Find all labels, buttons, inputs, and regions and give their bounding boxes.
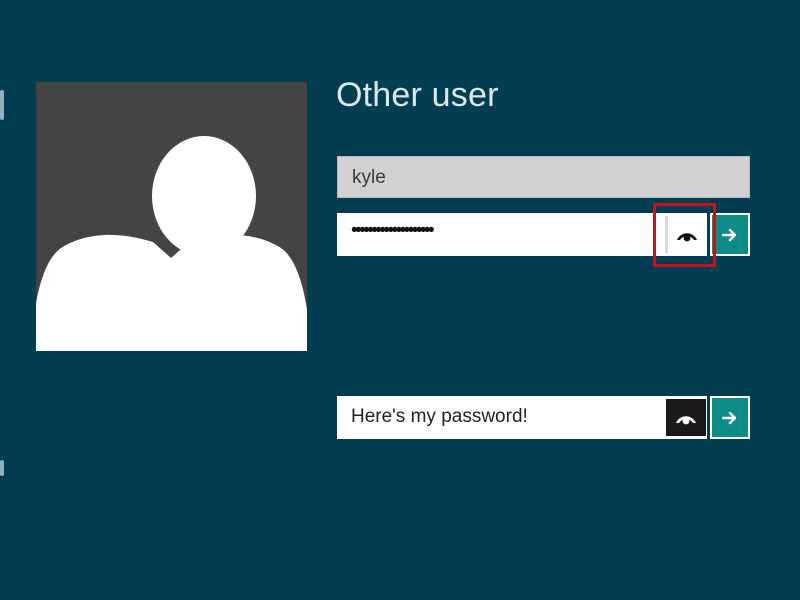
user-avatar-tile xyxy=(36,82,307,351)
arrow-right-icon xyxy=(722,411,737,424)
submit-button-2[interactable] xyxy=(710,396,750,439)
submit-button[interactable] xyxy=(710,213,750,256)
eye-icon xyxy=(676,415,696,424)
reveal-button-highlight xyxy=(653,203,716,267)
username-field[interactable]: kyle xyxy=(337,156,750,198)
edge-fragment-bottom xyxy=(0,460,4,476)
username-value: kyle xyxy=(352,167,386,188)
user-silhouette-icon xyxy=(36,136,307,351)
password-field[interactable]: •••••••••••••••••••• xyxy=(337,213,707,256)
password-field-revealed[interactable]: Here's my password! xyxy=(337,396,707,439)
arrow-right-icon xyxy=(722,228,737,241)
page-title: Other user xyxy=(336,76,499,114)
edge-fragment-top xyxy=(0,90,4,120)
reveal-password-button-pressed[interactable] xyxy=(666,399,706,436)
password-revealed-value: Here's my password! xyxy=(351,406,528,427)
password-masked-value: •••••••••••••••••••• xyxy=(351,220,435,241)
